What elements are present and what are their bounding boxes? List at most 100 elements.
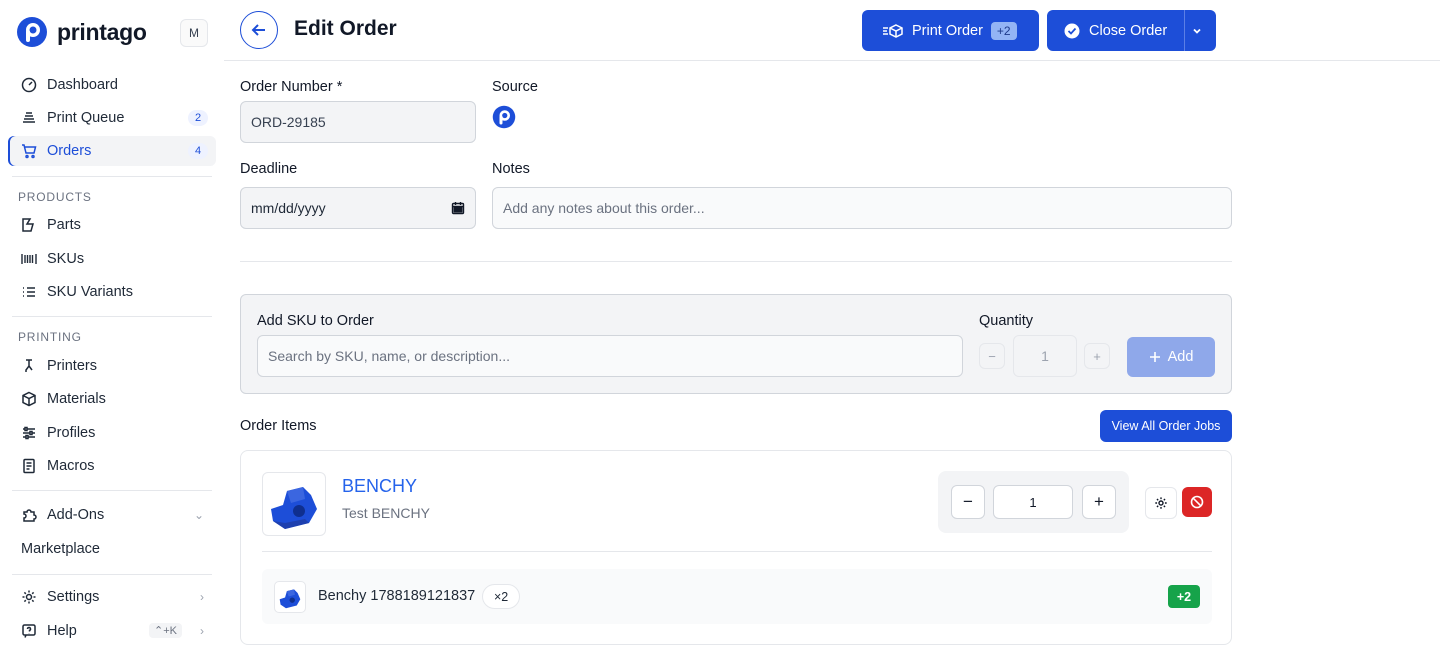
cube-icon <box>21 391 37 407</box>
section-label-products: PRODUCTS <box>18 190 92 204</box>
deadline-input[interactable]: mm/dd/yyyy <box>240 187 476 229</box>
sidebar-divider <box>12 574 212 575</box>
variant-jobs-badge[interactable]: +2 <box>1168 585 1200 608</box>
sidebar-item-label: Help <box>47 623 77 639</box>
sku-search-placeholder: Search by SKU, name, or description... <box>268 348 510 364</box>
sidebar-divider <box>12 176 212 177</box>
sidebar-item-label: SKUs <box>47 251 85 267</box>
orders-count-badge: 4 <box>188 143 208 159</box>
view-all-order-jobs-button[interactable]: View All Order Jobs <box>1100 410 1232 442</box>
order-items-title: Order Items <box>240 418 317 434</box>
add-sku-title: Add SKU to Order <box>257 313 374 329</box>
sku-thumbnail <box>262 472 326 536</box>
ban-icon <box>1190 495 1204 509</box>
order-item-card: BENCHY Test BENCHY − 1 + Benchy 17881891… <box>240 450 1232 645</box>
item-quantity-increment-button[interactable]: + <box>1082 485 1116 519</box>
section-divider <box>240 261 1232 262</box>
sku-description: Test BENCHY <box>342 505 430 521</box>
help-icon <box>21 623 37 639</box>
list-icon <box>21 284 37 300</box>
deadline-label: Deadline <box>240 161 298 177</box>
sidebar: printago M Dashboard Print Queue 2 Order… <box>0 0 224 660</box>
sidebar-item-print-queue[interactable]: Print Queue 2 <box>8 103 216 133</box>
sku-search-input[interactable]: Search by SKU, name, or description... <box>257 335 963 377</box>
variant-count-pill: ×2 <box>482 584 521 609</box>
sidebar-item-label: Print Queue <box>47 110 125 126</box>
brand-row: printago M <box>16 14 208 50</box>
sidebar-item-orders[interactable]: Orders 4 <box>8 136 216 166</box>
variant-thumbnail <box>274 581 306 613</box>
add-sku-panel: Add SKU to Order Search by SKU, name, or… <box>240 294 1232 394</box>
arrow-left-icon <box>251 24 265 36</box>
quantity-input[interactable]: 1 <box>1013 335 1077 377</box>
sidebar-item-help[interactable]: Help ⌃+K › <box>8 616 216 646</box>
notes-input[interactable]: Add any notes about this order... <box>492 187 1232 229</box>
print-order-button[interactable]: Print Order +2 <box>862 10 1039 51</box>
variant-name: Benchy 1788189121837 <box>318 588 476 604</box>
page-header: Edit Order Print Order +2 Close Order <box>224 0 1440 61</box>
sidebar-item-label: Orders <box>47 143 92 159</box>
sidebar-item-label: Parts <box>47 217 81 233</box>
sidebar-item-label: Add-Ons <box>47 507 105 523</box>
queue-icon <box>21 110 37 126</box>
quantity-increment-button[interactable]: + <box>1084 343 1110 369</box>
sidebar-item-skus[interactable]: SKUs <box>8 244 216 274</box>
deadline-placeholder: mm/dd/yyyy <box>251 200 326 216</box>
chevron-right-icon: › <box>200 590 204 604</box>
gear-icon <box>1155 497 1167 509</box>
sidebar-item-printers[interactable]: Printers <box>8 351 216 381</box>
sidebar-item-label: SKU Variants <box>47 284 133 300</box>
sidebar-item-settings[interactable]: Settings › <box>8 582 216 612</box>
parts-icon <box>21 217 37 233</box>
barcode-icon <box>21 251 37 267</box>
sidebar-item-label: Profiles <box>47 425 96 441</box>
chevron-down-icon <box>1192 28 1201 34</box>
sidebar-item-addons[interactable]: Add-Ons ⌄ <box>8 500 216 530</box>
sidebar-item-materials[interactable]: Materials <box>8 384 216 414</box>
sidebar-item-label: Macros <box>47 458 95 474</box>
order-number-input[interactable]: ORD-29185 <box>240 101 476 143</box>
cart-icon <box>21 143 37 159</box>
item-settings-button[interactable] <box>1145 487 1177 519</box>
item-quantity-input[interactable]: 1 <box>993 485 1073 519</box>
add-sku-button[interactable]: Add <box>1127 337 1215 377</box>
sidebar-item-label: Dashboard <box>47 77 118 93</box>
printago-source-icon <box>492 105 516 129</box>
quantity-decrement-button[interactable]: − <box>979 343 1005 369</box>
remove-item-button[interactable] <box>1182 487 1212 517</box>
sidebar-item-label: Settings <box>47 589 100 605</box>
sidebar-item-profiles[interactable]: Profiles <box>8 418 216 448</box>
sidebar-item-parts[interactable]: Parts <box>8 210 216 240</box>
sidebar-item-marketplace[interactable]: Marketplace <box>8 534 216 564</box>
sku-name-link[interactable]: BENCHY <box>342 476 417 497</box>
variant-row: Benchy 1788189121837 ×2 +2 <box>262 569 1212 624</box>
sidebar-item-dashboard[interactable]: Dashboard <box>8 70 216 100</box>
brand-name: printago <box>57 19 147 45</box>
sidebar-item-label: Printers <box>47 358 97 374</box>
sidebar-item-label: Marketplace <box>21 541 100 557</box>
chevron-right-icon: › <box>200 624 204 638</box>
back-button[interactable] <box>240 11 278 49</box>
sidebar-divider <box>12 490 212 491</box>
check-badge-icon <box>1064 23 1080 38</box>
print-order-label: Print Order <box>912 22 983 39</box>
close-order-menu-button[interactable] <box>1184 10 1216 51</box>
printago-logo-icon[interactable] <box>16 16 48 48</box>
notes-placeholder: Add any notes about this order... <box>503 200 705 216</box>
calendar-icon[interactable] <box>451 201 465 215</box>
user-avatar[interactable]: M <box>180 19 208 47</box>
help-shortcut: ⌃+K <box>149 623 182 638</box>
item-quantity-stepper: − 1 + <box>938 471 1129 533</box>
close-order-button[interactable]: Close Order <box>1047 10 1184 51</box>
sidebar-item-sku-variants[interactable]: SKU Variants <box>8 277 216 307</box>
queue-count-badge: 2 <box>188 110 208 126</box>
chevron-down-icon: ⌄ <box>193 508 204 522</box>
notes-label: Notes <box>492 161 530 177</box>
sidebar-item-macros[interactable]: Macros <box>8 451 216 481</box>
item-quantity-decrement-button[interactable]: − <box>951 485 985 519</box>
close-order-label: Close Order <box>1089 22 1168 39</box>
printer-icon <box>21 358 37 374</box>
page-title: Edit Order <box>294 17 397 40</box>
plus-icon <box>1149 352 1160 362</box>
sliders-icon <box>21 425 37 441</box>
